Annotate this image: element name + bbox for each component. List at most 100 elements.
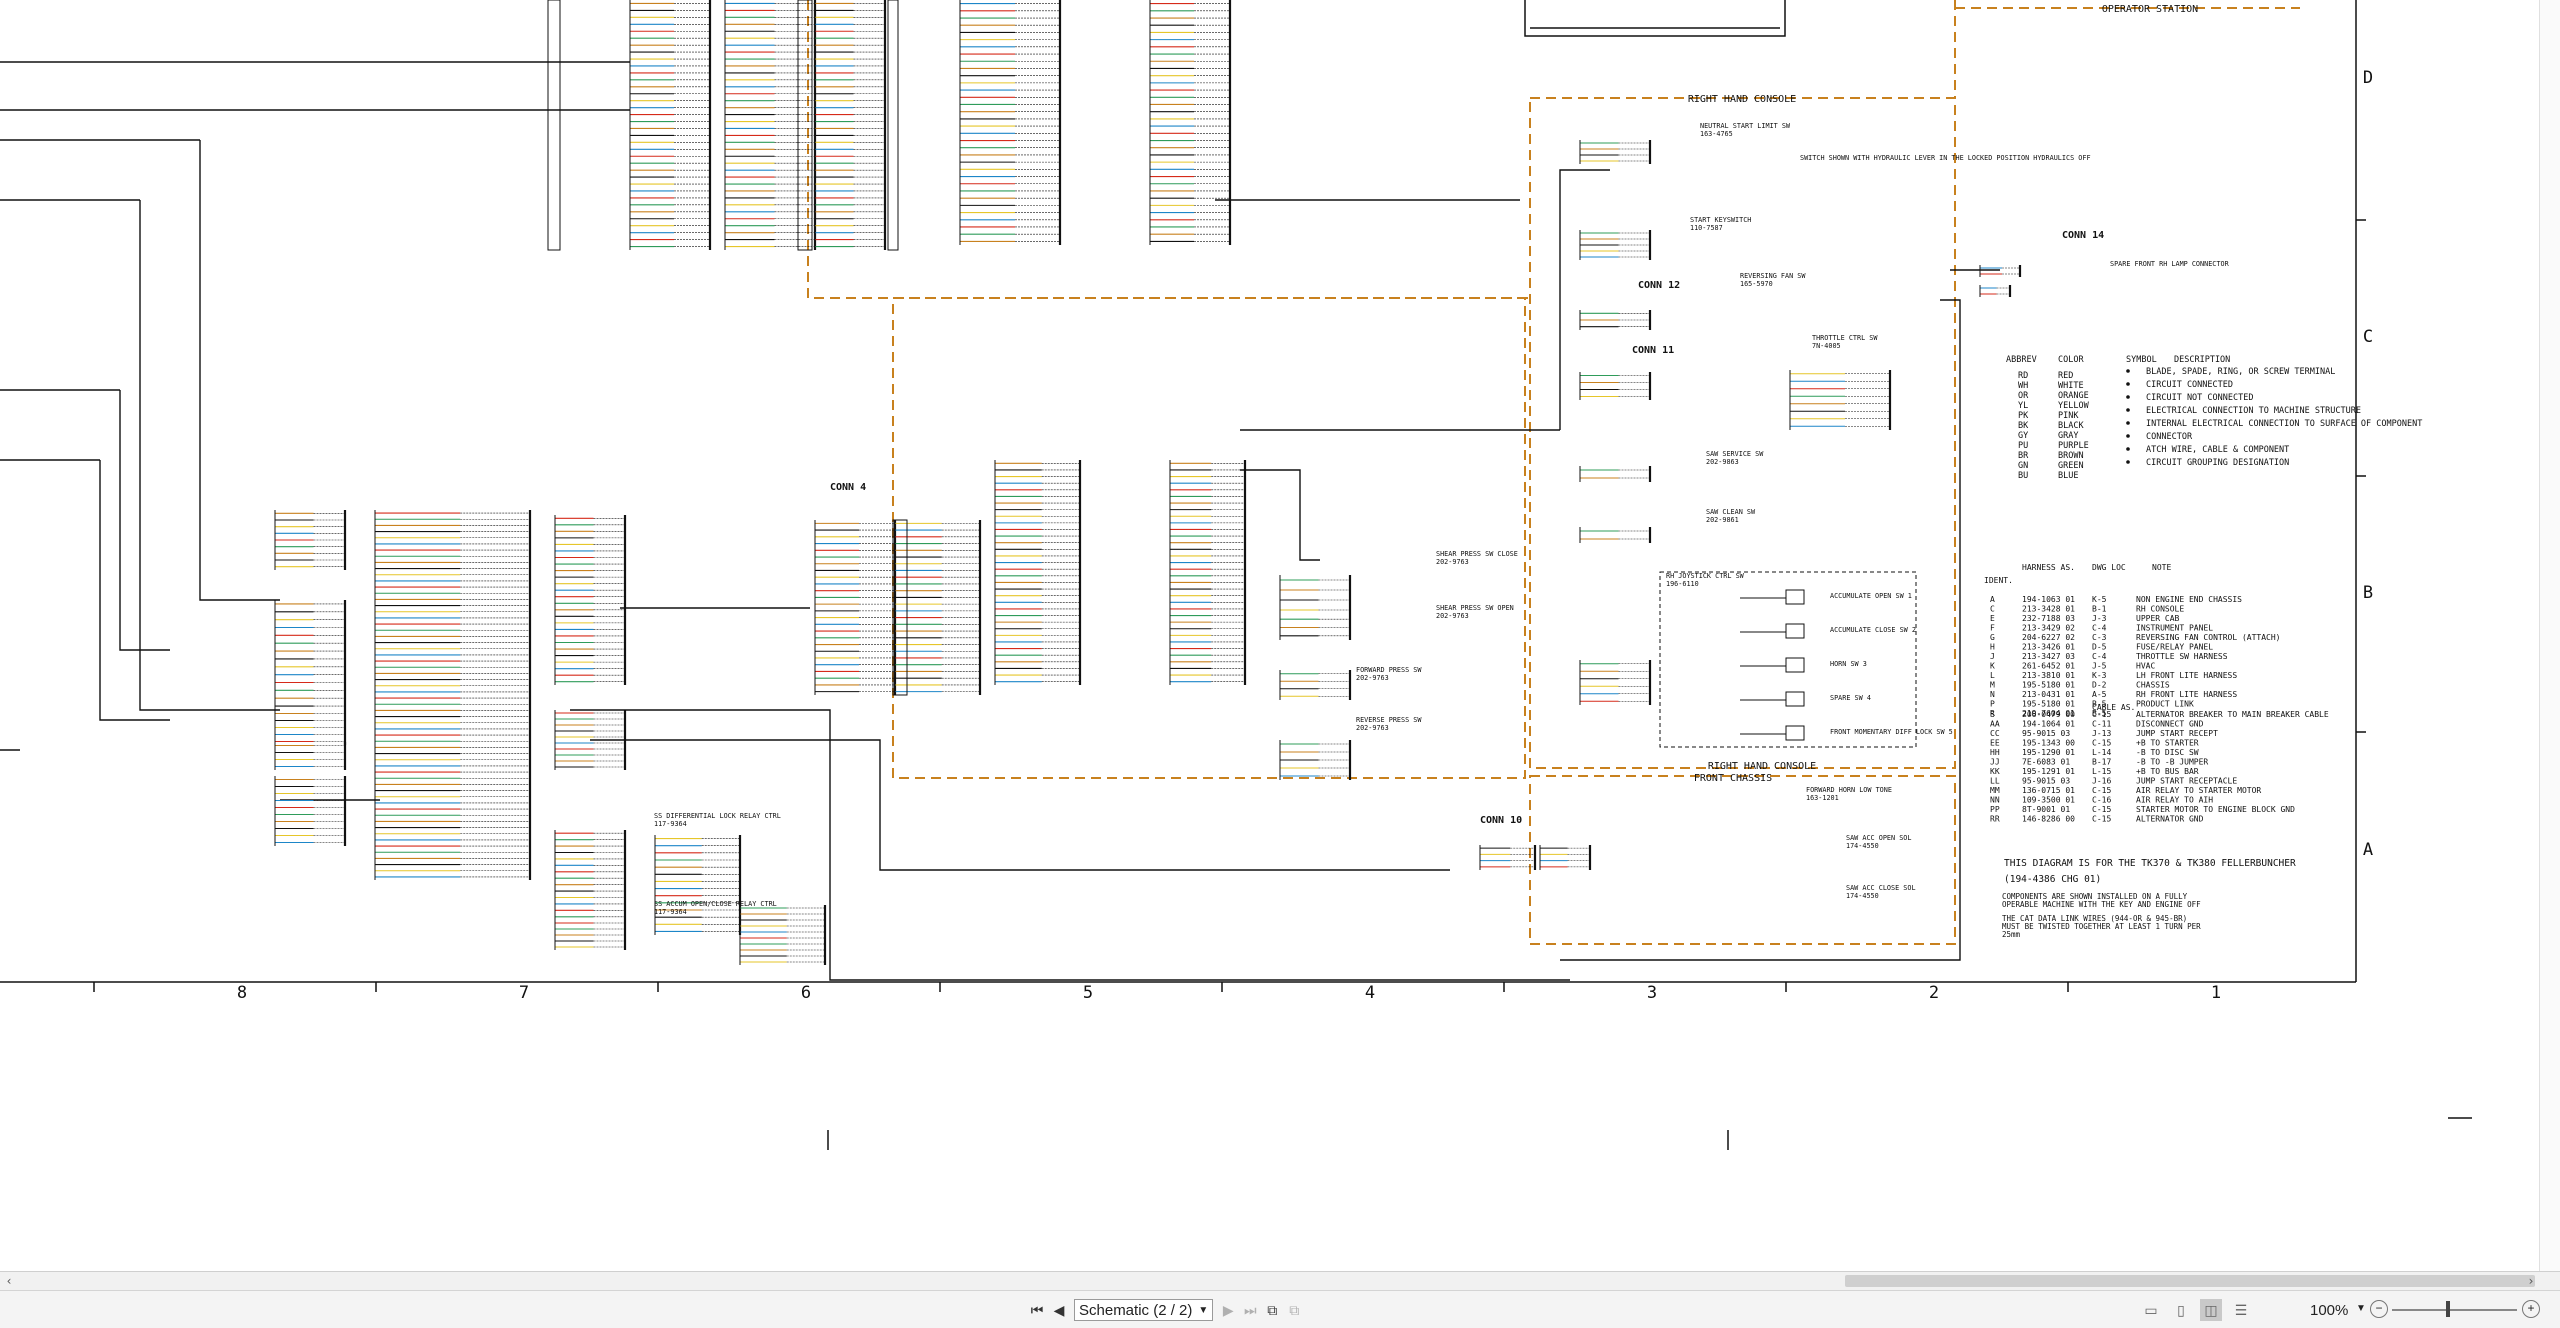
harness-cell: F: [1990, 624, 1995, 633]
schematic-drawing[interactable]: 8 7 6 5 4 3 2 1 D C B A OPERATOR STATION…: [0, 0, 2560, 1270]
component-part: 202-9861: [1706, 516, 1739, 524]
note-components: COMPONENTS ARE SHOWN INSTALLED ON A FULL…: [2002, 893, 2201, 909]
component-label: SHEAR PRESS SW CLOSE: [1436, 550, 1518, 558]
harness-cell: 213-3427 03: [2022, 652, 2075, 661]
zoom-slider-thumb[interactable]: [2446, 1301, 2451, 1317]
harness-cell: 204-6227 02: [2022, 633, 2075, 642]
harness-cell: L: [1990, 671, 1995, 680]
component-label: START KEYSWITCH: [1690, 216, 1751, 224]
harness-cell: RH FRONT LITE HARNESS: [2136, 690, 2237, 699]
cable-cell: 7E-6083 01: [2022, 758, 2070, 767]
legend-abbrev: BU: [2018, 471, 2028, 481]
joystick-button-label: ACCUMULATE CLOSE SW 2: [1830, 626, 1916, 634]
cable-cell: PP: [1990, 805, 2000, 814]
harness-cell: D-5: [2092, 643, 2107, 652]
legend-symbol-description: CONNECTOR: [2146, 432, 2193, 442]
harness-cell: D-2: [2092, 681, 2107, 690]
zoom-out-icon[interactable]: −: [2370, 1300, 2388, 1318]
cable-cell: L-15: [2092, 767, 2111, 776]
component-label: NEUTRAL START LIMIT SW: [1700, 122, 1791, 130]
component-label: REVERSE PRESS SW: [1356, 716, 1422, 724]
copy-page-icon[interactable]: ⧉: [1261, 1299, 1283, 1321]
zone-6: 6: [801, 983, 811, 1003]
harness-cell: 195-5180 01: [2022, 681, 2075, 690]
harness-cell: NON ENGINE END CHASSIS: [2136, 595, 2242, 604]
cable-cell: AIR RELAY TO STARTER MOTOR: [2136, 786, 2261, 795]
harness-header-ident: IDENT.: [1984, 576, 2013, 585]
horizontal-scrollbar[interactable]: ‹ ›: [0, 1271, 2560, 1291]
legend-color: RED: [2058, 371, 2073, 381]
label-rh-console-bottom: RIGHT HAND CONSOLE: [1708, 761, 1816, 772]
two-page-view-icon[interactable]: ◫: [2200, 1299, 2222, 1321]
legend-symbol-description: CIRCUIT CONNECTED: [2146, 380, 2233, 390]
legend-abbrev: RD: [2018, 371, 2028, 381]
harness-cell: J-5: [2092, 662, 2107, 671]
cable-cell: C-16: [2092, 796, 2111, 805]
cable-cell: J-16: [2092, 777, 2111, 786]
single-page-view-icon[interactable]: ▭: [2140, 1299, 2162, 1321]
note-diagram-for: THIS DIAGRAM IS FOR THE TK370 & TK380 FE…: [2004, 858, 2296, 869]
next-page-icon[interactable]: ▶: [1217, 1299, 1239, 1321]
component[interactable]: SPARE FRONT RH LAMP CONNECTOR: [2110, 260, 2230, 268]
chevron-down-icon: ▼: [1198, 1304, 1209, 1316]
scroll-thumb[interactable]: [1845, 1275, 2535, 1287]
legend-color: BROWN: [2058, 451, 2084, 461]
harness-cell: 232-7188 03: [2022, 614, 2075, 623]
legend-abbrev: GN: [2018, 461, 2028, 471]
last-page-icon[interactable]: ⏭: [1239, 1299, 1261, 1321]
component-part: 202-9763: [1356, 724, 1389, 732]
legend-symbol-glyph: [2126, 408, 2130, 412]
first-page-icon[interactable]: ⏮: [1026, 1299, 1048, 1321]
paste-page-icon[interactable]: ⧉: [1283, 1299, 1305, 1321]
cable-cell: B-17: [2092, 758, 2111, 767]
component-label: SAW ACC CLOSE SOL: [1846, 884, 1916, 892]
zoom-chevron-down-icon[interactable]: ▼: [2356, 1303, 2366, 1314]
component-label: SPARE FRONT RH LAMP CONNECTOR: [2110, 260, 2230, 268]
cable-cell: L-14: [2092, 748, 2111, 757]
harness-cell: LH FRONT LITE HARNESS: [2136, 671, 2237, 680]
cable-cell: 136-0715 01: [2022, 786, 2075, 795]
harness-cell: A-5: [2092, 690, 2107, 699]
legend-header-color: COLOR: [2058, 355, 2084, 365]
legend-abbrev: GY: [2018, 431, 2028, 441]
zoom-slider[interactable]: [2392, 1309, 2517, 1311]
harness-cell: 213-3810 01: [2022, 671, 2075, 680]
legend-header-abbrev: ABBREV: [2006, 355, 2037, 365]
book-view-icon[interactable]: ☰: [2230, 1299, 2252, 1321]
scroll-right-icon[interactable]: ›: [2522, 1272, 2540, 1290]
cable-cell: 195-1290 01: [2022, 748, 2075, 757]
harness-cell: CHASSIS: [2136, 681, 2170, 690]
previous-page-icon[interactable]: ◀: [1048, 1299, 1070, 1321]
vertical-scrollbar[interactable]: [2539, 0, 2560, 1271]
component-part: 163-4765: [1700, 130, 1733, 138]
legend-abbrev: BR: [2018, 451, 2029, 461]
component-part: 196-6110: [1666, 580, 1699, 588]
legend-color: WHITE: [2058, 381, 2084, 391]
harness-cell: H: [1990, 643, 1995, 652]
cable-cell: ALTERNATOR GND: [2136, 815, 2204, 824]
harness-cell: A: [1990, 595, 1995, 604]
harness-header-note: NOTE: [2152, 563, 2171, 572]
legend-color: BLACK: [2058, 421, 2084, 431]
cable-cell: 195-1343 00: [2022, 739, 2075, 748]
document-viewer[interactable]: 8 7 6 5 4 3 2 1 D C B A OPERATOR STATION…: [0, 0, 2560, 1328]
cable-cell: J-13: [2092, 729, 2111, 738]
cable-cell: 146-8286 00: [2022, 815, 2075, 824]
page-select[interactable]: Schematic (2 / 2) ▼: [1074, 1299, 1214, 1321]
continuous-view-icon[interactable]: ▯: [2170, 1299, 2192, 1321]
cable-cell: JUMP START RECEPT: [2136, 729, 2218, 738]
conn-10-label: CONN 10: [1480, 815, 1522, 826]
note-dwg-number: (194-4386 CHG 01): [2004, 874, 2101, 885]
component[interactable]: SWITCH SHOWN WITH HYDRAULIC LEVER IN THE…: [1800, 154, 2091, 162]
component-part: 202-9863: [1706, 458, 1739, 466]
conn-4-label: CONN 4: [830, 482, 866, 493]
harness-cell: REVERSING FAN CONTROL (ATTACH): [2136, 633, 2281, 642]
harness-cell: C-4: [2092, 624, 2107, 633]
scroll-left-icon[interactable]: ‹: [0, 1272, 18, 1290]
cable-cell: STARTER MOTOR TO ENGINE BLOCK GND: [2136, 805, 2295, 814]
zoom-value[interactable]: 100%: [2310, 1302, 2348, 1319]
zoom-in-icon[interactable]: +: [2522, 1300, 2540, 1318]
harness-cell: M: [1990, 681, 1995, 690]
legend-symbol-glyph: [2126, 382, 2130, 386]
cable-cell: 8T-9001 01: [2022, 805, 2070, 814]
